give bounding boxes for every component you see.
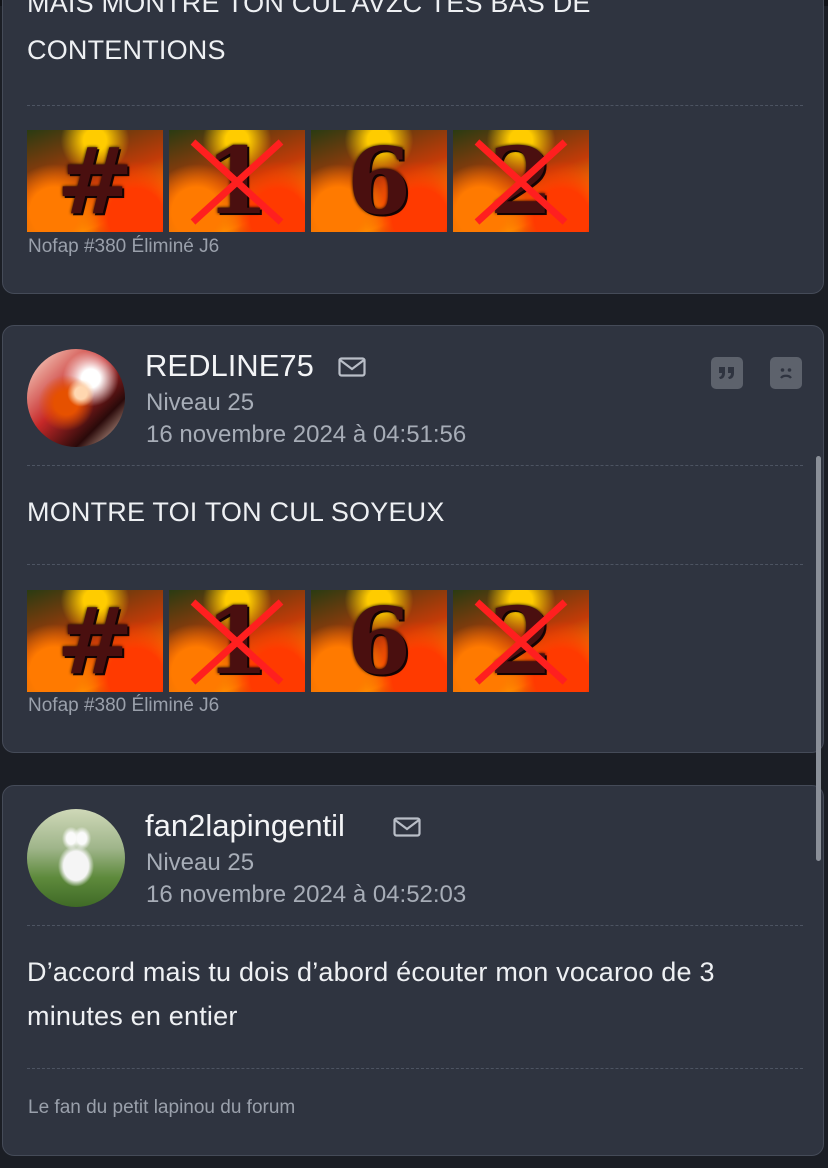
signature-images: # 1 6 2 xyxy=(27,590,589,692)
cross-icon xyxy=(474,599,568,685)
sad-face-icon xyxy=(780,368,792,379)
signature-tile: 1 xyxy=(169,590,305,692)
report-button[interactable] xyxy=(770,357,802,389)
message-line: MAIS MONTRE TON CUL AVZC TES BAS DE xyxy=(27,0,591,18)
username[interactable]: REDLINE75 xyxy=(145,348,314,384)
signature-text: Le fan du petit lapinou du forum xyxy=(28,1097,296,1118)
signature-caption: Nofap #380 Éliminé J6 xyxy=(28,695,220,716)
signature-caption: Nofap #380 Éliminé J6 xyxy=(28,236,220,257)
signature-tile: 2 xyxy=(453,590,589,692)
tile-glyph: 6 xyxy=(346,590,411,692)
cross-icon xyxy=(190,139,284,225)
rabbit-avatar[interactable] xyxy=(27,809,125,907)
signature-tile: # xyxy=(27,130,163,232)
signature-images: # 1 6 2 xyxy=(27,130,589,232)
signature-tile: 6 xyxy=(311,590,447,692)
divider xyxy=(27,925,803,926)
forum-post: MAIS MONTRE TON CUL AVZC TES BAS DE CONT… xyxy=(2,0,824,294)
divider xyxy=(27,564,803,565)
post-date[interactable]: 16 novembre 2024 à 04:51:56 xyxy=(146,421,466,449)
scrollbar[interactable] xyxy=(816,456,821,861)
divider xyxy=(27,1068,803,1069)
signature-tile: # xyxy=(27,590,163,692)
divider xyxy=(27,465,803,466)
post-date[interactable]: 16 novembre 2024 à 04:52:03 xyxy=(146,881,466,909)
cross-icon xyxy=(474,139,568,225)
message-line: D’accord mais tu dois d’abord écouter mo… xyxy=(27,957,715,987)
dragon-avatar[interactable] xyxy=(27,349,125,447)
message-text: MONTRE TOI TON CUL SOYEUX xyxy=(27,497,445,527)
username[interactable]: fan2lapingentil xyxy=(145,808,345,844)
mail-icon[interactable] xyxy=(393,817,421,837)
tile-glyph: # xyxy=(56,130,134,232)
forum-post: fan2lapingentil Niveau 25 16 novembre 20… xyxy=(2,785,824,1156)
message-line: CONTENTIONS xyxy=(27,35,226,65)
signature-tile: 6 xyxy=(311,130,447,232)
message-line: minutes en entier xyxy=(27,1001,238,1031)
cross-icon xyxy=(190,599,284,685)
signature-tile: 1 xyxy=(169,130,305,232)
quote-icon xyxy=(719,367,734,379)
tile-glyph: 6 xyxy=(346,130,411,232)
tile-glyph: # xyxy=(56,590,134,692)
forum-post: REDLINE75 Niveau 25 16 novembre 2024 à 0… xyxy=(2,325,824,753)
user-level: Niveau 25 xyxy=(146,849,255,876)
quote-button[interactable] xyxy=(711,357,743,389)
user-level: Niveau 25 xyxy=(146,389,255,416)
divider xyxy=(27,105,803,106)
signature-tile: 2 xyxy=(453,130,589,232)
mail-icon[interactable] xyxy=(338,357,366,377)
